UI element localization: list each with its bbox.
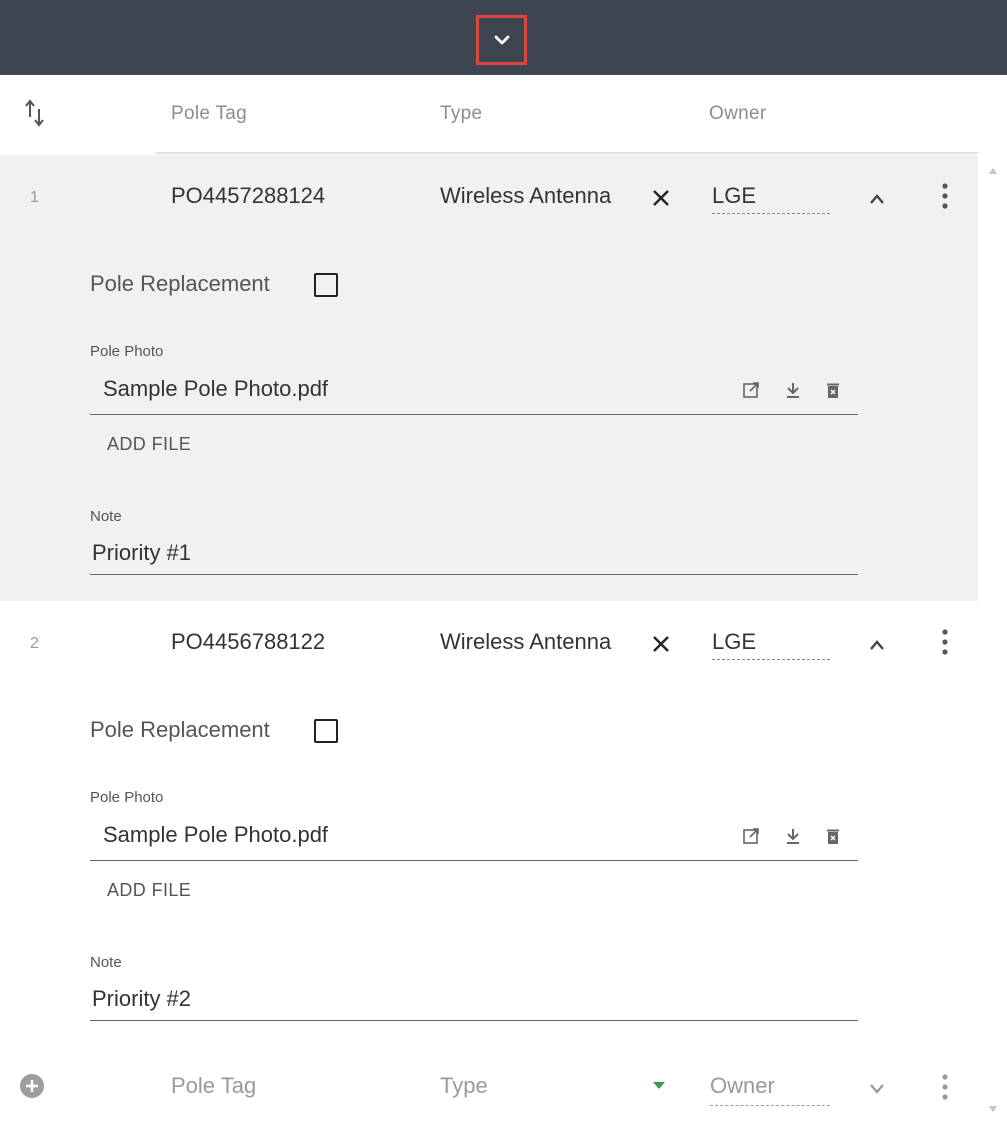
table-row: 1 PO4457288124 Wireless Antenna LGE Pole… [0, 155, 978, 601]
note-value[interactable]: Priority #2 [92, 986, 191, 1012]
download-icon[interactable] [784, 827, 802, 845]
pole-replacement-checkbox[interactable] [314, 719, 338, 743]
chevron-up-icon[interactable] [866, 188, 888, 210]
note-value[interactable]: Priority #1 [92, 540, 191, 566]
more-options-icon[interactable] [935, 179, 955, 213]
column-header-owner[interactable]: Owner [709, 103, 766, 125]
column-header-type[interactable]: Type [440, 103, 482, 125]
row-number: 2 [30, 635, 39, 652]
note-label: Note [90, 954, 122, 971]
dropdown-caret-icon[interactable] [653, 1082, 665, 1090]
clear-type-icon[interactable] [650, 633, 672, 655]
top-bar [0, 0, 1007, 75]
header-divider [156, 152, 978, 154]
file-name-link[interactable]: Sample Pole Photo.pdf [103, 822, 328, 848]
pole-photo-label: Pole Photo [90, 789, 164, 806]
chevron-down-icon[interactable] [866, 1077, 888, 1099]
row-number: 1 [30, 189, 39, 206]
column-header-pole-tag[interactable]: Pole Tag [171, 103, 247, 125]
add-file-button[interactable]: ADD FILE [107, 880, 191, 901]
note-label: Note [90, 508, 122, 525]
chevron-down-icon [494, 35, 509, 45]
open-external-icon[interactable] [742, 381, 760, 399]
more-options-icon[interactable] [935, 1070, 955, 1104]
delete-icon[interactable] [824, 381, 842, 399]
owner-select[interactable]: LGE [712, 183, 830, 214]
table-header [0, 75, 1007, 155]
pole-replacement-checkbox[interactable] [314, 273, 338, 297]
owner-select[interactable]: LGE [712, 629, 830, 660]
add-row-button[interactable] [20, 1074, 44, 1098]
table-row: 2 PO4456788122 Wireless Antenna LGE Pole… [0, 601, 978, 1047]
chevron-up-icon[interactable] [866, 634, 888, 656]
plus-icon [26, 1080, 38, 1092]
type-value[interactable]: Wireless Antenna [440, 183, 611, 209]
pole-replacement-label: Pole Replacement [90, 271, 270, 296]
scroll-down-arrow-icon[interactable] [988, 1105, 998, 1113]
scrollbar[interactable] [978, 155, 1007, 1121]
pole-tag-value[interactable]: PO4457288124 [171, 183, 325, 209]
more-options-icon[interactable] [935, 625, 955, 659]
note-field[interactable]: Priority #2 [90, 982, 858, 1021]
clear-type-icon[interactable] [650, 187, 672, 209]
new-pole-tag-input[interactable]: Pole Tag [171, 1073, 256, 1099]
new-type-select[interactable]: Type [440, 1073, 488, 1099]
sort-icon[interactable] [22, 97, 48, 131]
collapse-toggle-button[interactable] [476, 15, 527, 65]
delete-icon[interactable] [824, 827, 842, 845]
pole-photo-field: Sample Pole Photo.pdf [90, 814, 858, 861]
pole-photo-label: Pole Photo [90, 343, 164, 360]
note-field[interactable]: Priority #1 [90, 536, 858, 575]
pole-photo-field: Sample Pole Photo.pdf [90, 368, 858, 415]
file-name-link[interactable]: Sample Pole Photo.pdf [103, 376, 328, 402]
add-file-button[interactable]: ADD FILE [107, 434, 191, 455]
new-owner-select[interactable]: Owner [710, 1073, 830, 1106]
pole-tag-value[interactable]: PO4456788122 [171, 629, 325, 655]
type-value[interactable]: Wireless Antenna [440, 629, 611, 655]
open-external-icon[interactable] [742, 827, 760, 845]
download-icon[interactable] [784, 381, 802, 399]
pole-replacement-label: Pole Replacement [90, 717, 270, 742]
scroll-up-arrow-icon[interactable] [988, 167, 998, 175]
